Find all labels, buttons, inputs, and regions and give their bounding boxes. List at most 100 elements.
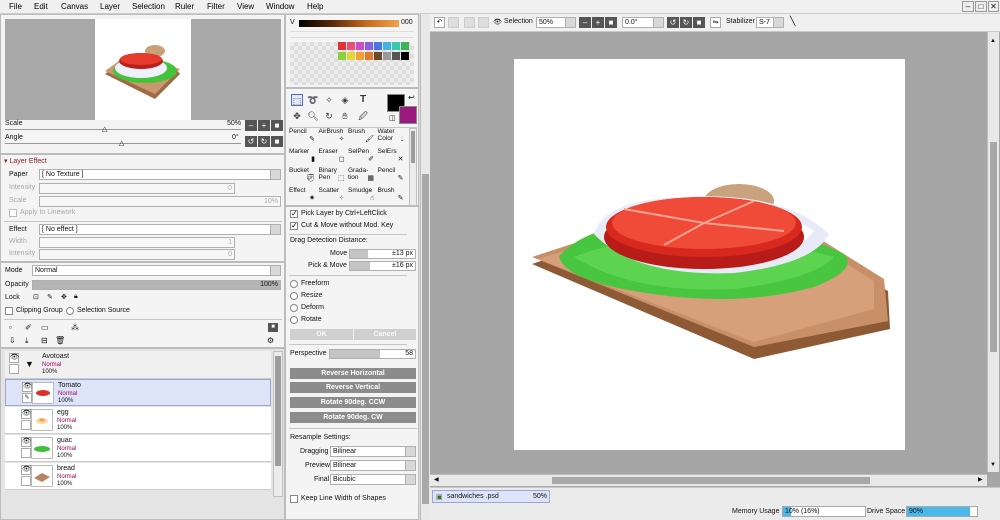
- menu-layer[interactable]: Layer: [100, 2, 120, 11]
- selection-source-radio[interactable]: [66, 307, 74, 315]
- toolbar-zoom-out-button[interactable]: –: [579, 17, 591, 28]
- palette-swatch[interactable]: [347, 42, 355, 50]
- opacity-slider[interactable]: 100%: [32, 280, 281, 290]
- value-slider[interactable]: [299, 20, 399, 27]
- palette-swatch[interactable]: [401, 52, 409, 60]
- menu-filter[interactable]: Filter: [207, 2, 225, 11]
- rotate-reset-button[interactable]: ■: [271, 136, 283, 147]
- palette-swatch[interactable]: [347, 52, 355, 60]
- eyedropper-tool-icon[interactable]: 🖉︎: [357, 110, 369, 122]
- navigator-preview[interactable]: [5, 19, 281, 120]
- palette-swatch[interactable]: [374, 42, 382, 50]
- scale-slider-track[interactable]: [5, 129, 241, 130]
- rotate-tool-icon[interactable]: ↻: [323, 110, 335, 122]
- pick-move-distance-slider[interactable]: ±16 px: [349, 261, 416, 271]
- clear-layer-icon[interactable]: ⊟: [41, 336, 48, 345]
- toolbar-rotate-right-button[interactable]: ↻: [680, 17, 692, 28]
- menu-help[interactable]: Help: [307, 2, 323, 11]
- palette-swatch[interactable]: [365, 52, 373, 60]
- rotate-right-button[interactable]: ↻: [258, 136, 270, 147]
- apply-linework-checkbox[interactable]: [9, 209, 17, 217]
- folder-collapse-triangle-icon[interactable]: ▼: [25, 359, 34, 369]
- palette-swatch[interactable]: [338, 42, 346, 50]
- brush-grid-scrollbar[interactable]: [409, 128, 417, 206]
- palette-swatch[interactable]: [392, 42, 400, 50]
- canvas-vertical-scrollbar[interactable]: ▲ ▼: [987, 32, 999, 472]
- perspective-slider[interactable]: 58: [329, 349, 416, 359]
- cut-move-checkbox[interactable]: [290, 221, 298, 230]
- new-layer-icon[interactable]: ▫: [9, 323, 12, 332]
- paper-select[interactable]: [ No Texture ]: [39, 169, 281, 180]
- palette-swatch[interactable]: [356, 42, 364, 50]
- stabilizer-select[interactable]: S-7: [756, 17, 784, 28]
- maximize-button[interactable]: □: [975, 1, 987, 12]
- lock-paint-icon[interactable]: ✎: [47, 293, 53, 301]
- move-tool-icon[interactable]: ✥: [291, 110, 303, 122]
- layer-lock-toggle[interactable]: [21, 420, 31, 430]
- palette-swatch[interactable]: [356, 52, 364, 60]
- move-distance-slider[interactable]: ±13 px: [349, 249, 416, 259]
- final-select[interactable]: Bicubic: [330, 474, 416, 485]
- layer-panel-menu-button[interactable]: ■: [268, 323, 278, 332]
- menu-window[interactable]: Window: [266, 2, 294, 11]
- layer-lock-toggle[interactable]: [21, 448, 31, 458]
- brush-grid-scroll-thumb[interactable]: [411, 131, 415, 163]
- folder-lock-toggle[interactable]: [9, 364, 19, 374]
- clipping-group-checkbox[interactable]: [5, 307, 13, 315]
- preview-select[interactable]: Bilinear: [330, 460, 416, 471]
- deselect-icon[interactable]: [464, 17, 475, 28]
- rotate-cw-button[interactable]: Rotate 90deg. CW: [290, 412, 416, 423]
- layer-lock-toggle[interactable]: [21, 476, 31, 486]
- transform-cancel-button[interactable]: Cancel: [354, 329, 416, 340]
- effect-select[interactable]: [ No effect ]: [39, 224, 281, 235]
- zoom-reset-button[interactable]: ■: [271, 120, 283, 131]
- lock-all-icon[interactable]: 🔒︎: [74, 293, 78, 301]
- rotate-left-button[interactable]: ↺: [245, 136, 257, 147]
- menu-view[interactable]: View: [237, 2, 254, 11]
- palette-swatch[interactable]: [383, 42, 391, 50]
- rotation-select[interactable]: 0.0°: [622, 17, 664, 28]
- panel-scrollbar[interactable]: [420, 14, 430, 520]
- angle-slider-handle[interactable]: △: [119, 139, 124, 147]
- deform-radio[interactable]: [290, 304, 298, 312]
- toolbar-rotate-left-button[interactable]: ↺: [667, 17, 679, 28]
- magic-wand-tool-icon[interactable]: ✧: [323, 94, 335, 106]
- scroll-left-icon[interactable]: ◀: [434, 476, 439, 483]
- visibility-eye-icon[interactable]: 👁︎: [21, 409, 31, 419]
- transform-ok-button[interactable]: OK: [290, 329, 353, 340]
- keep-line-width-checkbox[interactable]: [290, 495, 298, 503]
- canvas-hscroll-thumb[interactable]: [552, 477, 870, 484]
- rect-select-tool-icon[interactable]: ⬚: [291, 94, 303, 106]
- canvas-document[interactable]: [514, 59, 905, 450]
- palette-swatch[interactable]: [365, 42, 373, 50]
- menu-edit[interactable]: Edit: [34, 2, 48, 11]
- document-tab[interactable]: ▣ sandwiches .psd 50%: [432, 490, 550, 503]
- canvas-viewport[interactable]: ▲ ▼ ◀ ▶: [430, 32, 1000, 487]
- menu-file[interactable]: File: [9, 2, 22, 11]
- menu-canvas[interactable]: Canvas: [61, 2, 88, 11]
- layer-list-scroll-thumb[interactable]: [275, 356, 281, 466]
- lock-move-icon[interactable]: ✥: [61, 293, 67, 301]
- background-color-swatch[interactable]: [399, 106, 417, 124]
- transparent-color-icon[interactable]: ◫: [389, 114, 396, 122]
- scroll-right-icon[interactable]: ▶: [978, 476, 983, 483]
- dragging-select[interactable]: Bilinear: [330, 446, 416, 457]
- zoom-out-button[interactable]: –: [245, 120, 257, 131]
- layer-row-bread[interactable]: 👁︎ bread Normal 100%: [5, 463, 271, 490]
- panel-scroll-thumb[interactable]: [422, 174, 429, 504]
- redo-icon[interactable]: [448, 17, 459, 28]
- undo-icon[interactable]: ↶: [434, 17, 445, 28]
- toolbar-rotate-reset-button[interactable]: ■: [693, 17, 705, 28]
- visibility-eye-icon[interactable]: 👁︎: [21, 465, 31, 475]
- new-vector-layer-icon[interactable]: ✐: [25, 323, 32, 332]
- folder-visibility-icon[interactable]: 👁︎: [9, 353, 19, 363]
- layer-row-guac[interactable]: 👁︎ guac Normal 100%: [5, 435, 271, 462]
- select-pen-tool-icon[interactable]: ◈: [339, 94, 351, 106]
- canvas-horizontal-scrollbar[interactable]: ◀ ▶: [430, 474, 987, 486]
- zoom-in-button[interactable]: +: [258, 120, 270, 131]
- scroll-up-icon[interactable]: ▲: [990, 38, 997, 44]
- toolbar-zoom-reset-button[interactable]: ■: [605, 17, 617, 28]
- resize-radio[interactable]: [290, 292, 298, 300]
- scroll-down-icon[interactable]: ▼: [990, 462, 997, 468]
- zoom-tool-icon[interactable]: 🔍︎: [307, 110, 319, 122]
